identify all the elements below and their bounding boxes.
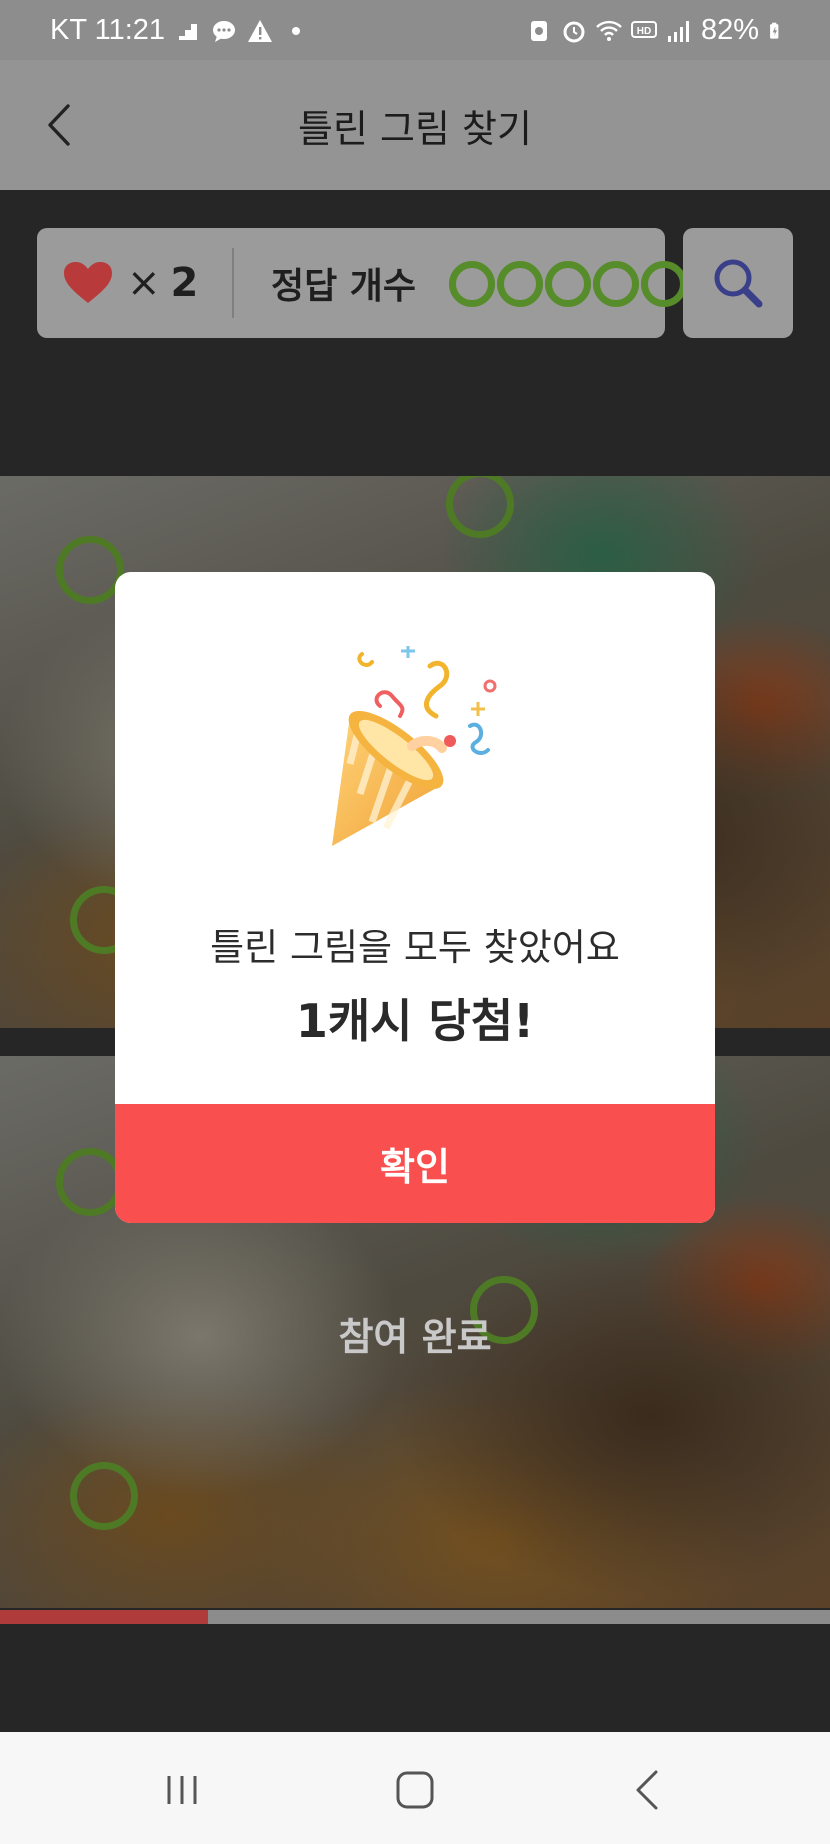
progress-bar <box>0 1610 830 1624</box>
app-header: 틀린 그림 찾기 <box>0 60 830 190</box>
battery-icon <box>770 22 779 39</box>
back-nav-icon[interactable] <box>624 1768 674 1812</box>
signal-steps-icon <box>179 23 198 40</box>
system-nav-bar <box>0 1732 830 1844</box>
score-panel: × 2 정답 개수 <box>37 228 687 338</box>
status-carrier-time: KT 11:21 <box>50 14 166 46</box>
battery-percent: 82% <box>700 14 759 46</box>
progress-fill <box>0 1610 208 1624</box>
home-icon[interactable] <box>390 1768 440 1812</box>
sim-icon <box>530 20 547 41</box>
status-bar: KT 11:21 HD 82% <box>0 0 830 60</box>
answer-found-indicator <box>545 261 591 307</box>
times-symbol: × <box>127 260 161 306</box>
answer-found-indicator <box>449 261 495 307</box>
found-mark <box>56 536 124 604</box>
answer-found-indicator <box>593 261 639 307</box>
divider <box>232 248 234 318</box>
dot-icon <box>292 26 301 35</box>
hint-search-button[interactable] <box>683 228 793 338</box>
party-popper-icon <box>332 646 497 846</box>
warning-icon <box>248 19 273 42</box>
answer-found-indicator <box>641 261 687 307</box>
found-mark <box>56 1148 124 1216</box>
lives-count: × 2 <box>127 250 198 316</box>
success-message: 틀린 그림을 모두 찾았어요 <box>210 926 620 969</box>
signal-icon <box>667 20 689 42</box>
prize-text: 1캐시 당첨! <box>295 994 535 1048</box>
svg-text:HD: HD <box>637 26 651 37</box>
hd-voice-icon: HD <box>630 20 657 38</box>
participation-complete-label: 참여 완료 <box>338 1315 492 1359</box>
chat-icon <box>213 20 236 42</box>
page-title: 틀린 그림 찾기 <box>298 106 532 151</box>
found-mark <box>70 1462 138 1530</box>
wifi-icon <box>596 20 622 41</box>
answer-indicators <box>449 261 687 307</box>
confirm-button[interactable]: 확인 <box>115 1104 715 1223</box>
recent-apps-icon[interactable] <box>157 1768 207 1812</box>
alarm-icon <box>563 21 585 42</box>
lives-number: 2 <box>170 260 199 306</box>
back-button[interactable] <box>38 98 92 152</box>
search-icon <box>714 259 763 308</box>
answer-found-indicator <box>497 261 543 307</box>
answer-count-label: 정답 개수 <box>271 266 417 307</box>
success-dialog: 틀린 그림을 모두 찾았어요 1캐시 당첨! 확인 <box>115 572 715 1223</box>
heart-icon <box>64 262 112 303</box>
